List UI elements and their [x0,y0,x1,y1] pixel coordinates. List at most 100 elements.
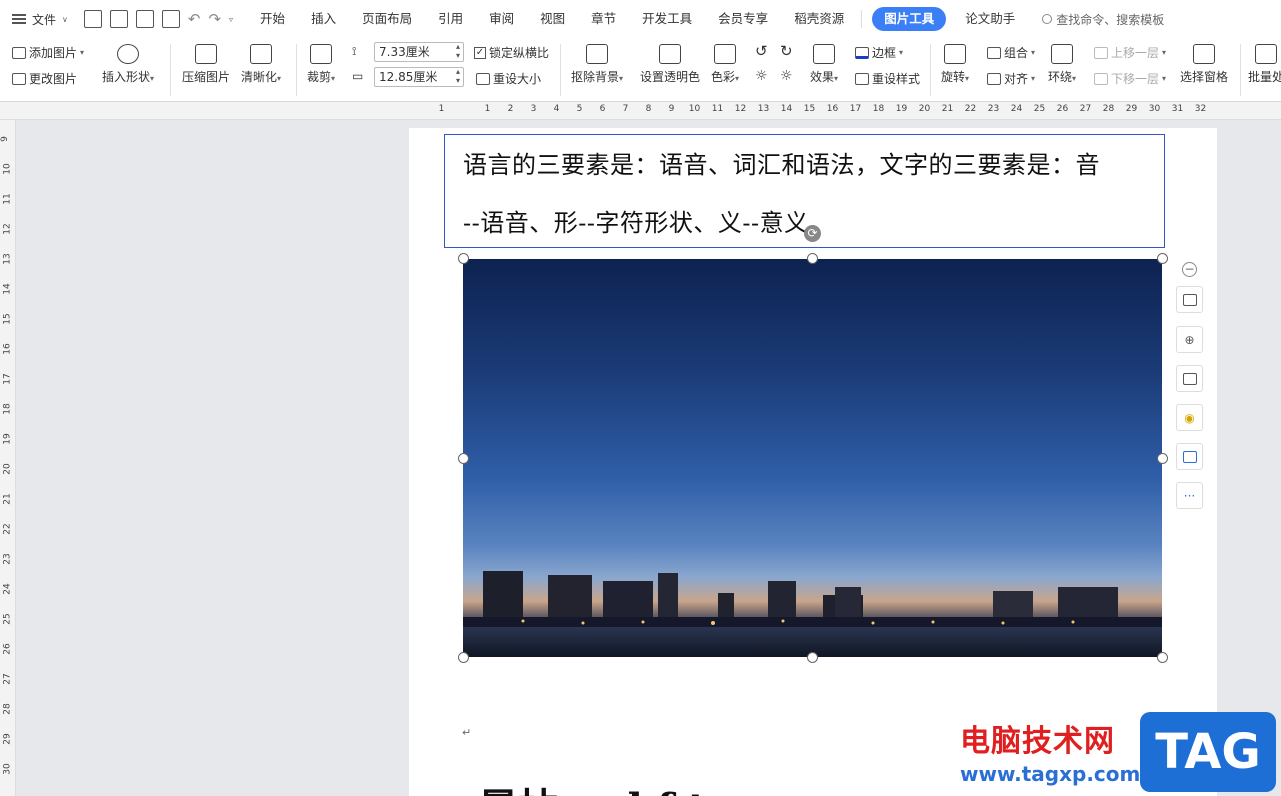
vertical-ruler[interactable]: 9 10 11 12 13 14 15 16 17 18 19 20 21 22 23 24 25 26 27 28 2… [0,120,16,796]
resize-handle-right[interactable] [1157,453,1168,464]
rotate-right-icon[interactable]: ↻ [780,42,793,60]
ruler-tick-label: 22 [2,523,13,535]
tab-home[interactable]: 开始 [247,7,298,31]
ruler-tick-label: 15 [803,104,816,114]
ruler-tick-label: 32 [1194,104,1207,114]
tab-section[interactable]: 章节 [578,7,629,31]
picture-tools-ribbon: 添加图片 ▾ 更改图片 插入形状▾ 压缩图片 清晰化▾ 裁剪▾ ⟟ 7.33厘米… [0,38,1281,102]
change-picture-button[interactable]: 更改图片 [12,70,77,87]
lock-ratio-label: 锁定纵横比 [489,46,550,60]
crop-label: 裁剪 [307,70,332,84]
selected-picture[interactable] [463,259,1162,657]
reset-size-button[interactable]: 重设大小 [476,70,541,87]
rotate-handle-icon[interactable]: ⟳ [804,225,821,242]
ruler-tick-label: 19 [2,433,13,445]
color-button[interactable]: 色彩▾ [711,44,739,85]
ruler-tick-label: 3 [530,104,537,114]
group-button[interactable]: 组合 ▾ [987,44,1035,61]
layout-options-button[interactable] [1176,286,1203,313]
export-pdf-icon[interactable] [109,10,128,28]
tab-picture-tools[interactable]: 图片工具 [872,7,947,31]
zoom-picture-button[interactable]: ⊕ [1176,326,1203,353]
brightness-down-icon[interactable]: ☼ [780,68,793,84]
save-icon[interactable] [83,10,102,28]
ruler-tick-label: 28 [1102,104,1115,114]
ruler-tick-label: 21 [941,104,954,114]
insert-shape-button[interactable]: 插入形状▾ [102,44,154,85]
ruler-tick-label: 28 [2,703,13,715]
brightness-up-icon[interactable]: ☼ [755,68,768,84]
paragraph-mark: ↵ [462,726,472,739]
crop-side-button[interactable] [1176,365,1203,392]
reset-style-button[interactable]: 重设样式 [855,70,920,87]
effects-button[interactable]: 效果▾ [810,44,838,85]
border-button[interactable]: 边框 ▾ [855,44,903,61]
ruler-tick-label: 22 [964,104,977,114]
sharpen-button[interactable]: 清晰化▾ [241,44,281,85]
send-backward-button[interactable]: 下移一层 ▾ [1094,70,1166,87]
resize-handle-top[interactable] [807,253,818,264]
command-search[interactable]: 查找命令、搜索模板 [1042,11,1164,28]
tab-thesis-assistant[interactable]: 论文助手 [952,7,1028,31]
tab-insert[interactable]: 插入 [298,7,349,31]
resize-handle-bottom-left[interactable] [458,652,469,663]
ruler-tick-label: 27 [1079,104,1092,114]
smart-tips-button[interactable]: ◉ [1176,404,1203,431]
add-picture-button[interactable]: 添加图片 ▾ [12,44,84,61]
customize-toolbar-icon[interactable]: ▿ [229,15,233,24]
rotate-left-icon[interactable]: ↺ [755,42,768,60]
print-preview-icon[interactable] [161,10,180,28]
wrap-text-button[interactable]: 环绕▾ [1048,44,1076,85]
horizontal-ruler[interactable]: 1 1 2 3 4 5 6 7 8 9 10 11 12 13 14 15 16 17 18 19 20 21 22 23 24… [0,102,1281,120]
more-options-button[interactable]: ··· [1176,482,1203,509]
remove-background-icon [586,44,609,64]
selection-pane-button[interactable]: 选择窗格 [1180,44,1228,85]
compress-picture-button[interactable]: 压缩图片 [182,44,230,85]
width-input[interactable]: 12.85厘米 [374,67,464,87]
ruler-tick-label: 9 [668,104,675,114]
file-menu[interactable]: 文件 ∨ [12,11,68,28]
tab-page-layout[interactable]: 页面布局 [349,7,425,31]
batch-label: 批量处 [1248,70,1281,84]
tab-developer[interactable]: 开发工具 [629,7,705,31]
send-backward-icon [1094,72,1108,85]
selection-pane-icon [1193,44,1215,64]
resize-handle-top-left[interactable] [458,253,469,264]
lock-aspect-ratio-checkbox[interactable]: ✓ 锁定纵横比 [474,44,549,61]
crop-icon [1182,372,1197,385]
collapse-toolbar-icon[interactable]: − [1182,262,1197,277]
tab-view[interactable]: 视图 [527,7,578,31]
ruler-tick-label: 26 [2,643,13,655]
resize-handle-top-right[interactable] [1157,253,1168,264]
print-icon[interactable] [135,10,154,28]
set-transparent-color-button[interactable]: 设置透明色 [640,44,700,85]
city-skyline-image [463,571,1162,631]
tab-references[interactable]: 引用 [425,7,476,31]
quick-access-toolbar: ↶ ↷ ▿ [83,10,233,28]
ruler-tick-label: 13 [757,104,770,114]
tab-member[interactable]: 会员专享 [705,7,781,31]
resize-handle-bottom-right[interactable] [1157,652,1168,663]
bring-forward-button[interactable]: 上移一层 ▾ [1094,44,1166,61]
height-input[interactable]: 7.33厘米 [374,42,464,62]
tab-review[interactable]: 审阅 [476,7,527,31]
batch-icon [1255,44,1277,64]
redo-icon[interactable]: ↷ [208,10,221,28]
zoom-in-icon: ⊕ [1184,332,1195,347]
batch-process-button[interactable]: 批量处 [1248,44,1281,85]
align-button[interactable]: 对齐 ▾ [987,70,1035,87]
chevron-down-icon: ▾ [834,74,839,83]
tab-docer-resources[interactable]: 稻壳资源 [781,7,857,31]
chevron-down-icon: ▾ [899,48,904,57]
crop-button[interactable]: 裁剪▾ [307,44,335,85]
picture-to-text-button[interactable] [1176,443,1203,470]
search-icon [1042,14,1053,24]
transparent-color-icon [659,44,681,64]
resize-handle-left[interactable] [458,453,469,464]
effects-icon [813,44,836,64]
undo-icon[interactable]: ↶ [188,10,201,28]
rotate-button[interactable]: 旋转▾ [941,44,969,85]
resize-handle-bottom[interactable] [807,652,818,663]
add-picture-icon [12,46,26,59]
remove-background-button[interactable]: 抠除背景▾ [571,44,623,85]
